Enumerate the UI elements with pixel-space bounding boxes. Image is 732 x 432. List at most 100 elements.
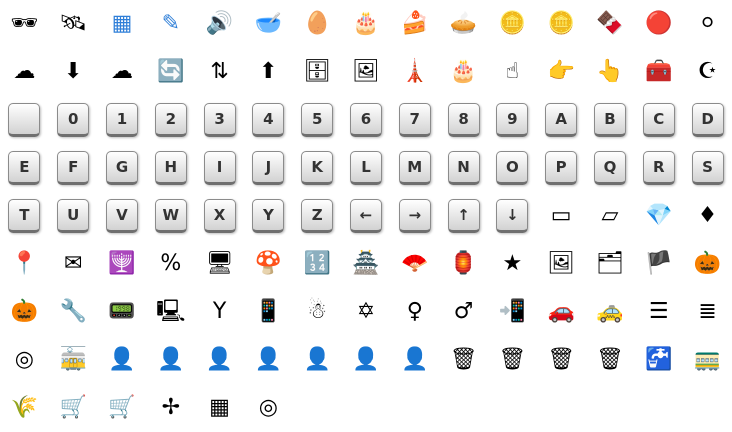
grid-cell: 👤 <box>146 336 195 384</box>
grid-cell: 🛰 <box>49 0 98 48</box>
grid-cell: ✉ <box>49 240 98 288</box>
lantern-icon: 🏮 <box>449 251 478 276</box>
egg-cup-icon: 🥚 <box>303 11 331 36</box>
grid-cell: 6 <box>342 96 391 144</box>
wheelbarrow-full-icon: 🛒 <box>108 395 136 420</box>
grid-cell: 👆 <box>586 48 635 96</box>
cloud-up-down-icon: ⇅ <box>210 59 229 84</box>
grid-cell: K <box>293 144 342 192</box>
grid-cell: G <box>98 144 147 192</box>
window-grid-icon: ▦ <box>209 395 230 420</box>
percent-coins-icon: % <box>160 251 182 276</box>
grid-cell: L <box>342 144 391 192</box>
hand-tap-icon: 👆 <box>596 59 624 84</box>
eraser-large-icon: ▱ <box>601 203 619 228</box>
key-2-icon: 2 <box>154 103 187 137</box>
key-M-icon: M <box>398 151 431 185</box>
grid-cell: ☃ <box>293 288 342 336</box>
grid-cell: C <box>634 96 683 144</box>
grid-cell: J <box>244 144 293 192</box>
cloud-download-icon: ⬇ <box>63 59 83 84</box>
key-Q-icon: Q <box>593 151 626 185</box>
grid-cell: W <box>146 192 195 240</box>
key-L-icon: L <box>349 151 382 185</box>
birthday-cake-icon: 🎂 <box>449 59 478 84</box>
key-P-icon: P <box>545 151 578 185</box>
taxi-white-icon: 🚗 <box>547 299 575 324</box>
grid-cell <box>0 96 49 144</box>
grid-cell: D <box>683 96 732 144</box>
grid-cell: 🔊 <box>195 0 244 48</box>
grid-cell: 📱 <box>244 288 293 336</box>
grid-cell: 🖥 <box>195 240 244 288</box>
key-J-icon: J <box>252 151 285 185</box>
grid-cell: E <box>0 144 49 192</box>
key-O-icon: O <box>496 151 529 185</box>
grid-cell: 👤 <box>98 336 147 384</box>
grid-cell: 🛒 <box>49 384 98 432</box>
menorah-icon: 🕎 <box>108 251 136 276</box>
grid-cell: A <box>537 96 586 144</box>
cake-slice-icon: 🍰 <box>401 11 429 36</box>
cloud-upload-icon: ⬆ <box>259 59 278 84</box>
grid-cell: 🚗 <box>537 288 586 336</box>
grid-cell: 👉 <box>537 48 586 96</box>
grid-cell: 🏮 <box>439 240 488 288</box>
key-up-icon: ↑ <box>447 199 480 233</box>
grid-cell: 🌾 <box>0 384 49 432</box>
hand-touch-icon: ☝ <box>505 59 520 84</box>
grid-cell: 🚃 <box>683 336 732 384</box>
grid-cell: 🚋 <box>49 336 98 384</box>
grid-cell: ⇅ <box>195 48 244 96</box>
slingshot-icon: Y <box>212 299 227 324</box>
grid-cell: R <box>634 144 683 192</box>
key-E-icon: E <box>8 151 41 185</box>
grid-cell: F <box>49 144 98 192</box>
key-U-icon: U <box>57 199 90 233</box>
grid-cell: ≣ <box>683 288 732 336</box>
key-4-icon: 4 <box>252 103 285 137</box>
grid-cell: ▭ <box>537 192 586 240</box>
key-N-icon: N <box>447 151 480 185</box>
user-blue-icon: 👤 <box>254 347 283 372</box>
grid-cell: 📲 <box>488 288 537 336</box>
grid-cell: 🔴 <box>634 0 683 48</box>
key-S-icon: S <box>691 151 724 185</box>
grid-cell: ⬇ <box>49 48 98 96</box>
signal-target-icon: ◎ <box>14 347 34 372</box>
grid-cell: 🎂 <box>439 48 488 96</box>
eraser-icon: ▭ <box>550 203 572 228</box>
key-V-icon: V <box>105 199 138 233</box>
gold-coin-stack-icon: 🪙 <box>498 11 527 36</box>
hand-fan-icon: 🪭 <box>401 251 429 276</box>
speaker-box-icon: 🔊 <box>205 11 234 36</box>
picture-icon: 🖼 <box>547 251 576 276</box>
grid-cell: 🥧 <box>439 0 488 48</box>
grid-cell: 🏯 <box>342 240 391 288</box>
mushroom-icon: 🍄 <box>254 251 283 276</box>
key-Z-icon: Z <box>301 199 334 233</box>
christmas-ball-silver-icon: ⚪ <box>698 11 717 36</box>
grid-cell: 🗑 <box>439 336 488 384</box>
grid-cell: 7 <box>390 96 439 144</box>
grid-cell: 👤 <box>244 336 293 384</box>
monitor-icon: 🖥 <box>205 251 234 276</box>
grid-cell: ★ <box>488 240 537 288</box>
grid-cell: 1 <box>98 96 147 144</box>
grid-cell: 🕶 <box>0 0 49 48</box>
numbered-list-icon: ≣ <box>698 299 717 324</box>
grid-cell: N <box>439 144 488 192</box>
grid-cell: M <box>390 144 439 192</box>
grid-cell: ▦ <box>195 384 244 432</box>
grid-cell: V <box>98 192 147 240</box>
grid-cell: 👤 <box>342 336 391 384</box>
cloud-sync-icon: 🔄 <box>157 59 185 84</box>
satellite-icon: 🛰 <box>59 11 88 36</box>
cloud-icon: ☁ <box>13 59 36 84</box>
cloud-mail-icon: ✉ <box>63 251 83 276</box>
grid-cell: 🪙 <box>488 0 537 48</box>
3d-glasses-icon: 🕶 <box>10 11 39 36</box>
icon-grid: 🕶 🛰 ▦ ✎ 🔊 🥣 🥚 🎂 🍰 🥧 🪙 🪙 🍫 🔴 ⚪ ☁ ⬇ ☁ 🔄 ⇅ ⬆ 🗄 🖼 🗼 🎂 ☝ 👉 👆 🧰 ☪ 0 1 2 3 4 5 6 7 8 9… <box>0 0 732 432</box>
key-right-icon: → <box>398 199 431 233</box>
grid-cell: 🚕 <box>586 288 635 336</box>
